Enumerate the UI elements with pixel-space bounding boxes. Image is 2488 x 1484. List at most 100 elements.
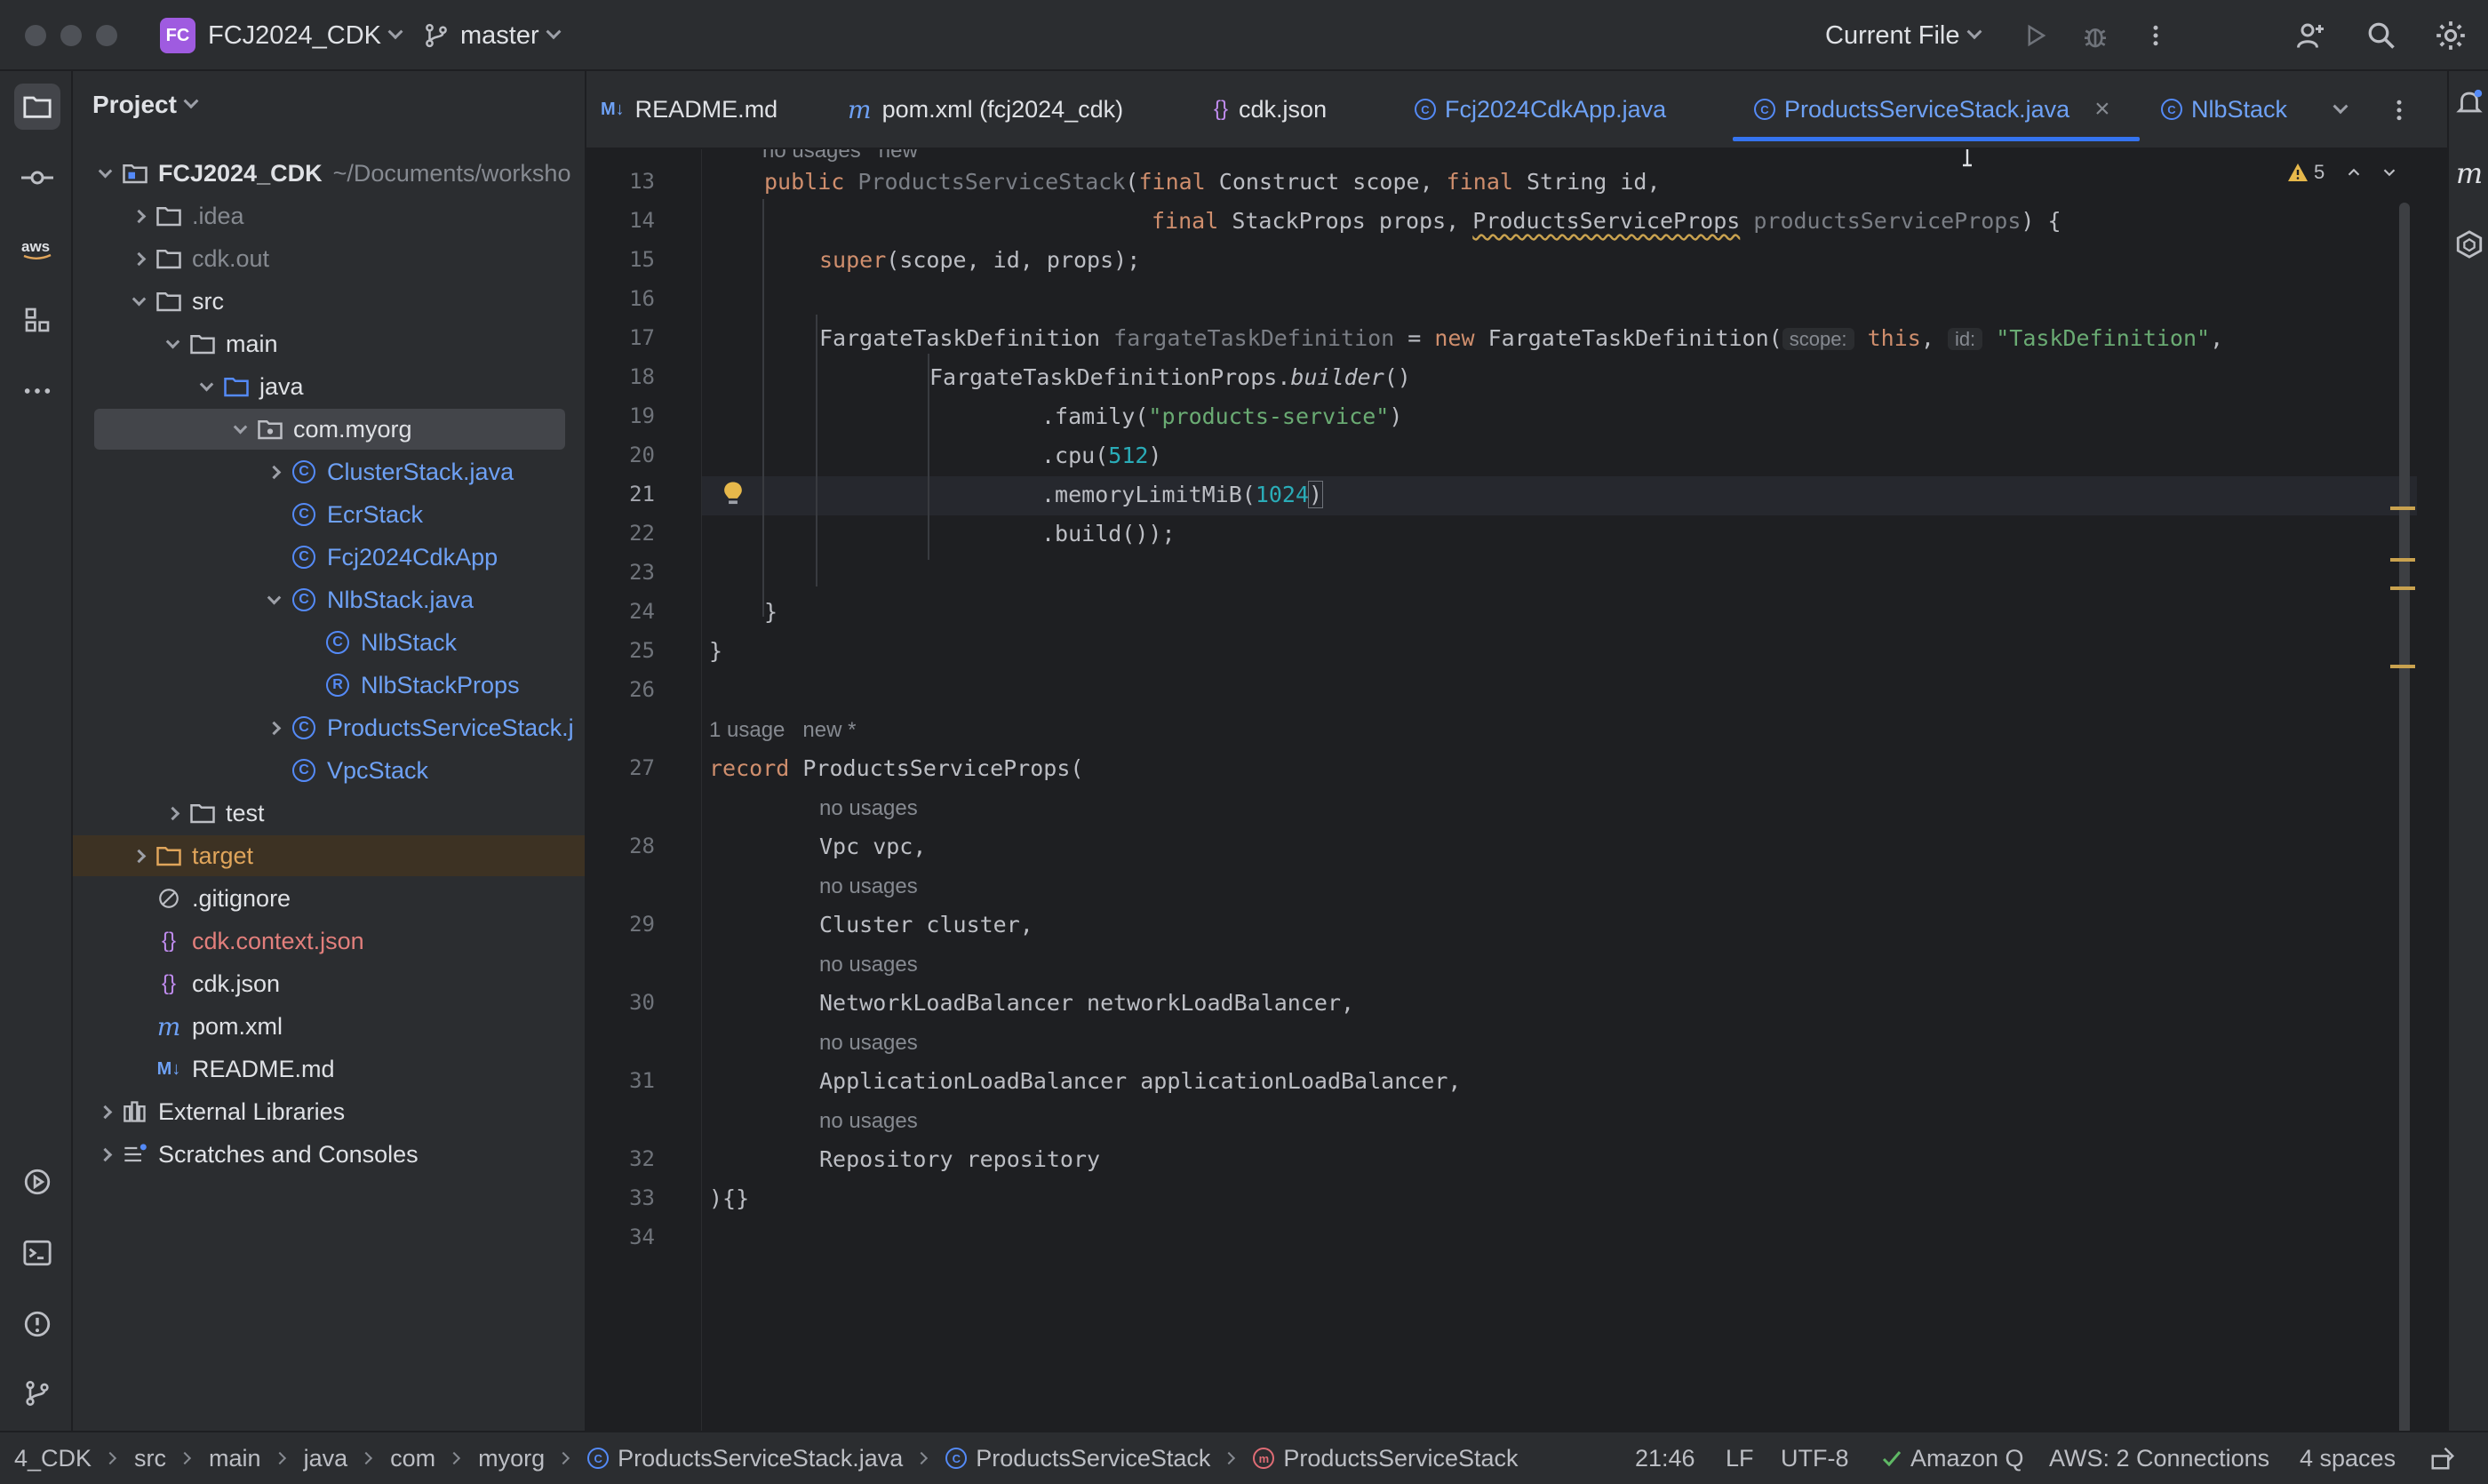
tree-item-nlb-stack-props[interactable]: R NlbStackProps [73,665,585,706]
code-vision-hint[interactable]: no usages [819,796,918,821]
line-number: 26 [629,677,655,702]
tree-item-cdk-context[interactable]: {} cdk.context.json [73,921,585,961]
code-vision-hint[interactable]: no usages new [762,149,918,164]
project-panel-title[interactable]: Project [92,91,199,119]
tree-item-src[interactable]: src [73,281,585,322]
breadcrumb-item[interactable]: ProductsServiceStack.java [618,1445,903,1472]
editor-scrollbar[interactable] [2399,203,2410,1431]
notifications-button[interactable] [2452,85,2486,119]
structure-tool-button[interactable] [14,297,60,343]
file-encoding[interactable]: UTF-8 [1781,1432,1849,1484]
debug-button[interactable] [2076,16,2115,55]
zoom-window-button[interactable] [96,25,117,46]
caret-position[interactable]: 21:46 [1635,1432,1695,1484]
parameter-hint: id: [1947,328,1983,350]
code-vision-hint[interactable]: 1 usage new * [709,718,856,743]
tree-item-nlb-stack[interactable]: C NlbStack [73,622,585,663]
tree-item-readme[interactable]: M↓ README.md [73,1049,585,1089]
tab-nlb-stack[interactable]: C NlbStack [2161,71,2287,148]
code-line-24: } [764,599,778,625]
amazon-q-status[interactable]: Amazon Q [1880,1432,2024,1484]
aws-connections[interactable]: AWS: 2 Connections [2049,1432,2269,1484]
tab-pom[interactable]: m pom.xml (fcj2024_cdk) [848,71,1123,148]
amazon-q-tool-button[interactable] [2452,227,2486,261]
tree-item-cdk-json[interactable]: {} cdk.json [73,963,585,1004]
tab-cdk-json[interactable]: {} cdk.json [1214,71,1327,148]
breadcrumb-item[interactable]: java [304,1445,348,1472]
tree-item-cdk-out[interactable]: cdk.out [73,238,585,279]
tree-item-vpc-stack[interactable]: C VpcStack [73,750,585,791]
branch-switcher[interactable]: master [423,0,562,71]
minimize-window-button[interactable] [60,25,82,46]
breadcrumb-item[interactable]: src [134,1445,166,1472]
tree-item-main[interactable]: main [73,323,585,364]
services-tool-button[interactable] [14,1159,60,1205]
breadcrumb-item[interactable]: myorg [478,1445,545,1472]
search-everywhere-button[interactable] [2362,16,2401,55]
tree-item-label: cdk.json [192,969,281,997]
commit-tool-button[interactable] [14,155,60,201]
project-name: FCJ2024_CDK [208,20,382,50]
tree-item-test[interactable]: test [73,793,585,834]
code-with-me-button[interactable] [2291,16,2330,55]
tab-readme[interactable]: M↓ README.md [601,71,778,148]
tab-actions-button[interactable] [2380,91,2419,130]
tree-item-com-myorg[interactable]: com.myorg [94,409,565,450]
warning-marker[interactable] [2390,507,2415,510]
breadcrumb-item[interactable]: ProductsServiceStack [1283,1445,1518,1472]
tree-item-cdk-app[interactable]: C Fcj2024CdkApp [73,537,585,578]
warning-marker[interactable] [2390,586,2415,590]
breadcrumb-item[interactable]: main [209,1445,261,1472]
line-separator[interactable]: LF [1726,1432,1754,1484]
inspection-widget[interactable]: 5 [2287,155,2399,190]
code-line-32: Repository repository [819,1146,1101,1172]
tab-list-button[interactable] [2321,91,2360,130]
breadcrumb-item[interactable]: ProductsServiceStack [976,1445,1210,1472]
read-only-toggle[interactable] [2429,1432,2456,1484]
tree-item-root[interactable]: FCJ2024_CDK ~/Documents/worksho [73,153,585,194]
code-vision-hint[interactable]: no usages [819,1109,918,1134]
problems-tool-button[interactable] [14,1301,60,1347]
tree-item-target[interactable]: target [73,835,585,876]
aws-toolkit-button[interactable]: aws [14,226,60,272]
tree-item-gitignore[interactable]: .gitignore [73,878,585,919]
tree-item-external-libraries[interactable]: External Libraries [73,1091,585,1132]
git-tool-button[interactable] [14,1370,60,1416]
line-number: 30 [629,990,655,1015]
tree-item-pom[interactable]: m pom.xml [73,1006,585,1047]
chevron-up-icon[interactable] [2344,163,2364,182]
tab-cdk-app[interactable]: C Fcj2024CdkApp.java [1415,71,1666,148]
close-tab-icon[interactable]: × [2094,94,2110,124]
root-name: FCJ2024_CDK [158,159,323,187]
tree-item-nlb-stack-java[interactable]: C NlbStack.java [73,579,585,620]
code-vision-hint[interactable]: no usages [819,874,918,899]
maven-tool-button[interactable]: m [2452,156,2486,190]
code-editor[interactable]: 13 14 15 16 17 18 19 20 21 22 23 24 25 2… [586,149,2447,1431]
tree-item-ecr-stack[interactable]: C EcrStack [73,494,585,535]
tree-item-products-service-stack[interactable]: C ProductsServiceStack.j [73,707,585,748]
warning-marker[interactable] [2390,665,2415,668]
breadcrumb-item[interactable]: 4_CDK [14,1445,92,1472]
run-button[interactable] [2015,16,2054,55]
more-actions-button[interactable] [2136,16,2175,55]
editor-tabs: M↓ README.md m pom.xml (fcj2024_cdk) {} … [586,71,2447,149]
tree-item-idea[interactable]: .idea [73,195,585,236]
tree-item-scratches[interactable]: Scratches and Consoles [73,1134,585,1175]
intention-bulb-icon[interactable] [722,480,748,510]
close-window-button[interactable] [25,25,46,46]
tree-item-cluster-stack[interactable]: C ClusterStack.java [73,451,585,492]
chevron-down-icon[interactable] [2380,163,2399,182]
code-vision-hint[interactable]: no usages [819,1031,918,1056]
run-config-selector[interactable]: Current File [1825,0,1982,71]
more-tools-button[interactable] [14,368,60,414]
warning-marker[interactable] [2390,558,2415,562]
tree-item-java[interactable]: java [73,366,585,407]
project-tool-button[interactable] [14,84,60,130]
breadcrumb-item[interactable]: com [390,1445,435,1472]
settings-button[interactable] [2431,16,2470,55]
excluded-folder-icon [155,843,183,868]
project-switcher[interactable]: FC FCJ2024_CDK [160,0,403,71]
terminal-tool-button[interactable] [14,1230,60,1276]
code-vision-hint[interactable]: no usages [819,953,918,977]
indent-setting[interactable]: 4 spaces [2300,1432,2396,1484]
